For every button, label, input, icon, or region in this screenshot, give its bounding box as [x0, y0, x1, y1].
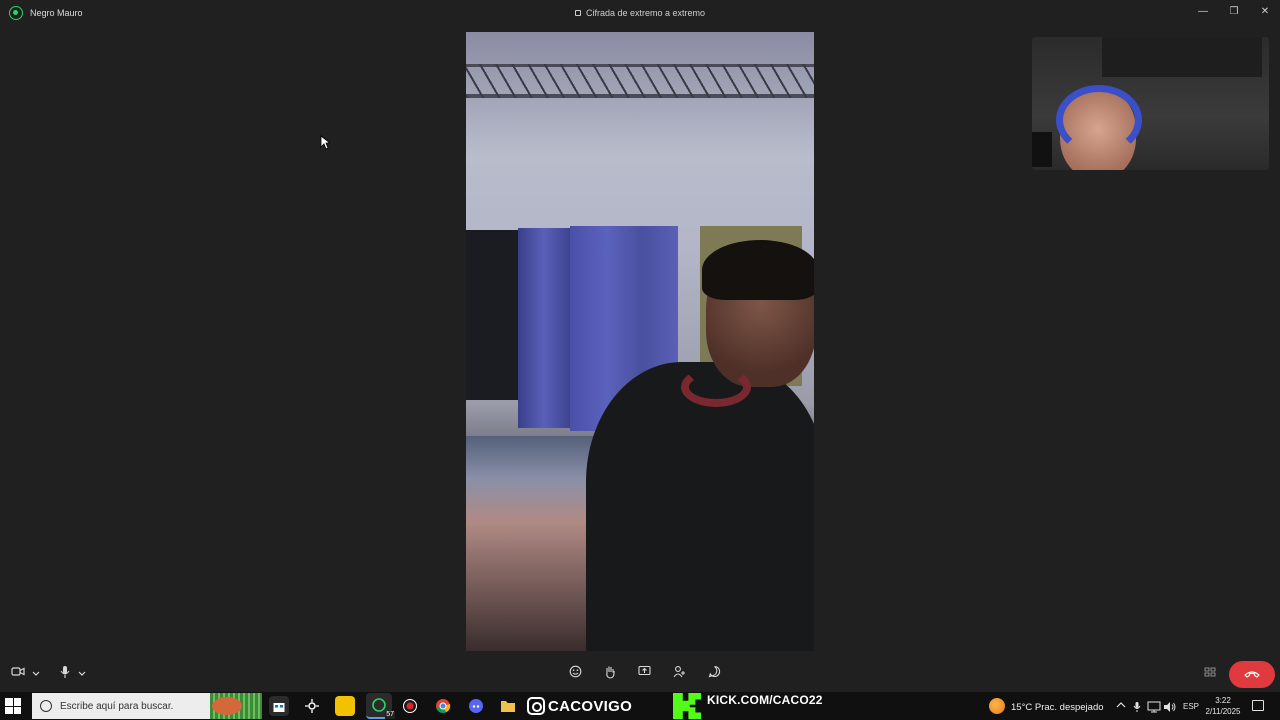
whatsapp-unread-badge: 57 — [385, 711, 395, 719]
mouse-cursor-icon — [320, 135, 330, 150]
taskbar-clock[interactable]: 3:22 2/11/2025 — [1203, 695, 1243, 717]
self-view-background — [1102, 37, 1262, 77]
chevron-down-icon[interactable] — [30, 665, 42, 683]
chrome-icon[interactable] — [433, 696, 453, 716]
kick-url-text: KICK.COM/CACO22 — [707, 693, 823, 707]
video-scene-headphones — [681, 367, 751, 407]
restore-button[interactable]: ❐ — [1219, 4, 1249, 20]
title-bar: Negro Mauro Cifrada de extremo a extremo… — [0, 0, 1280, 28]
clock-date: 2/11/2025 — [1205, 707, 1241, 716]
instagram-icon — [527, 697, 545, 715]
video-scene-person-hair — [702, 240, 814, 300]
taskbar-search-box[interactable]: Escribe aquí para buscar. — [32, 693, 262, 719]
microphone-tray-icon[interactable] — [1133, 701, 1141, 716]
windows-start-icon[interactable] — [5, 698, 21, 714]
steam-icon[interactable] — [302, 696, 322, 716]
video-scene-truss — [466, 64, 814, 98]
chevron-down-icon[interactable] — [76, 665, 88, 683]
volume-icon[interactable] — [1163, 701, 1177, 716]
search-icon — [40, 700, 52, 712]
video-camera-icon[interactable] — [10, 665, 26, 683]
cacovigo-overlay: CACOVIGO — [527, 695, 632, 717]
discord-icon[interactable] — [466, 696, 486, 716]
network-icon[interactable] — [1147, 701, 1161, 716]
sticky-notes-icon[interactable] — [335, 696, 355, 716]
hang-up-icon — [1244, 671, 1260, 678]
weather-text[interactable]: 15°C Prac. despejado — [1011, 702, 1104, 713]
store-icon[interactable] — [269, 696, 289, 716]
lock-icon — [574, 10, 581, 16]
chevron-up-icon[interactable] — [1116, 701, 1126, 712]
screen-share-icon[interactable] — [636, 665, 652, 683]
encryption-notice: Cifrada de extremo a extremo — [0, 8, 1280, 18]
self-view-object — [1032, 132, 1052, 167]
search-highlight-image — [210, 693, 262, 719]
emoji-icon[interactable] — [567, 665, 583, 683]
notification-icon[interactable] — [1252, 700, 1264, 711]
clock-time: 3:22 — [1215, 696, 1231, 705]
add-person-icon[interactable] — [671, 665, 687, 683]
video-scene-curtain — [518, 228, 570, 428]
grid-layout-icon[interactable] — [1202, 665, 1218, 683]
kick-overlay: KICK.COM/CACO22 — [673, 692, 823, 720]
weather-icon[interactable] — [989, 698, 1005, 714]
self-view-headphones — [1056, 85, 1142, 155]
kick-logo-icon — [673, 693, 701, 719]
cacovigo-text: CACOVIGO — [548, 697, 633, 715]
self-video-preview[interactable] — [1032, 37, 1269, 170]
minimize-button[interactable]: — — [1188, 4, 1218, 20]
input-language[interactable]: ESP — [1183, 702, 1199, 711]
file-explorer-icon[interactable] — [498, 696, 518, 716]
remote-video-feed — [466, 32, 814, 651]
search-placeholder: Escribe aquí para buscar. — [60, 700, 174, 712]
video-scene-person-body — [586, 362, 814, 651]
raise-hand-icon[interactable] — [602, 665, 618, 683]
whatsapp-taskbar-icon[interactable]: 57 — [366, 693, 395, 719]
recorder-icon[interactable] — [400, 696, 420, 716]
close-button[interactable]: ✕ — [1250, 4, 1280, 20]
chat-icon[interactable] — [706, 665, 722, 683]
end-call-button[interactable] — [1229, 661, 1275, 688]
encryption-text: Cifrada de extremo a extremo — [585, 8, 706, 18]
microphone-icon[interactable] — [58, 665, 72, 683]
